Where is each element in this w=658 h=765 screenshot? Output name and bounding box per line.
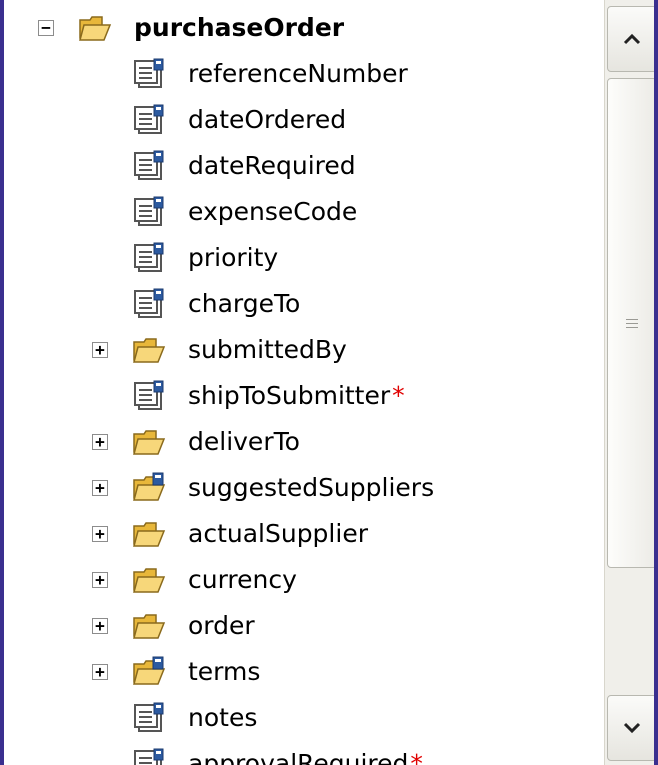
node-name: chargeTo [188,289,301,318]
node-name: purchaseOrder [134,13,345,42]
tree-node[interactable]: + deliverTo [8,420,604,464]
tree-node[interactable]: expenseCode [8,190,604,234]
scroll-up-button[interactable] [607,6,654,72]
tree-node-label: order [188,610,255,642]
folder-icon [132,564,166,596]
element-icon [132,104,166,136]
tree-node-label: approvalRequired* [188,748,423,765]
tree-view: − purchaseOrder referenceNumber dateOrdered… [8,0,604,765]
folder-icon [132,610,166,642]
tree-node-label: terms [188,656,260,688]
required-marker: * [392,381,405,410]
element-icon [132,196,166,228]
node-name: dateRequired [188,151,356,180]
node-name: dateOrdered [188,105,347,134]
tree-panel: − purchaseOrder referenceNumber dateOrdered… [0,0,658,765]
vertical-scrollbar[interactable] [604,0,654,765]
node-name: referenceNumber [188,59,408,88]
chevron-up-icon [623,33,641,45]
expand-icon[interactable]: + [92,526,108,542]
tree-node-label: submittedBy [188,334,347,366]
node-name: expenseCode [188,197,358,226]
element-icon [132,702,166,734]
folder-element-icon [132,472,166,504]
element-icon [132,380,166,412]
element-icon [132,242,166,274]
open-folder-icon [78,12,112,44]
tree-node[interactable]: notes [8,696,604,740]
node-name: approvalRequired [188,749,409,765]
element-icon [132,748,166,765]
node-name: order [188,611,255,640]
tree-node[interactable]: dateOrdered [8,98,604,142]
folder-icon [132,518,166,550]
element-icon [132,288,166,320]
tree-node[interactable]: approvalRequired* [8,742,604,765]
node-name: priority [188,243,279,272]
scroll-thumb[interactable] [607,78,654,568]
grip-icon [626,316,638,331]
chevron-down-icon [623,722,641,734]
node-name: currency [188,565,297,594]
tree-node-label: chargeTo [188,288,300,320]
tree-node[interactable]: + suggestedSuppliers [8,466,604,510]
tree-node-label: dateOrdered [188,104,346,136]
tree-node-label: referenceNumber [188,58,408,90]
tree-node-label: deliverTo [188,426,300,458]
tree-root-node[interactable]: − purchaseOrder [8,6,604,50]
node-name: suggestedSuppliers [188,473,435,502]
tree-node[interactable]: referenceNumber [8,52,604,96]
folder-element-icon [132,656,166,688]
tree-node[interactable]: + submittedBy [8,328,604,372]
tree-node-label: expenseCode [188,196,357,228]
node-name: terms [188,657,261,686]
required-marker: * [410,749,423,765]
tree-node-label: actualSupplier [188,518,368,550]
collapse-icon[interactable]: − [38,20,54,36]
tree-node[interactable]: + actualSupplier [8,512,604,556]
expand-icon[interactable]: + [92,618,108,634]
expand-icon[interactable]: + [92,572,108,588]
tree-node-label: purchaseOrder [134,12,344,44]
tree-node-label: shipToSubmitter* [188,380,405,412]
folder-icon [132,334,166,366]
tree-node[interactable]: + order [8,604,604,648]
tree-node[interactable]: + currency [8,558,604,602]
element-icon [132,58,166,90]
tree-node[interactable]: priority [8,236,604,280]
folder-icon [132,426,166,458]
node-name: shipToSubmitter [188,381,391,410]
expand-icon[interactable]: + [92,664,108,680]
tree-node-label: notes [188,702,257,734]
tree-node-label: suggestedSuppliers [188,472,434,504]
tree-node[interactable]: dateRequired [8,144,604,188]
node-name: notes [188,703,258,732]
expand-icon[interactable]: + [92,434,108,450]
expand-icon[interactable]: + [92,480,108,496]
tree-node-label: dateRequired [188,150,356,182]
element-icon [132,150,166,182]
tree-node[interactable]: shipToSubmitter* [8,374,604,418]
tree-node-label: priority [188,242,278,274]
expand-icon[interactable]: + [92,342,108,358]
node-name: deliverTo [188,427,300,456]
tree-node[interactable]: + terms [8,650,604,694]
scroll-down-button[interactable] [607,695,654,761]
node-name: actualSupplier [188,519,368,548]
tree-node[interactable]: chargeTo [8,282,604,326]
tree-node-label: currency [188,564,297,596]
node-name: submittedBy [188,335,347,364]
